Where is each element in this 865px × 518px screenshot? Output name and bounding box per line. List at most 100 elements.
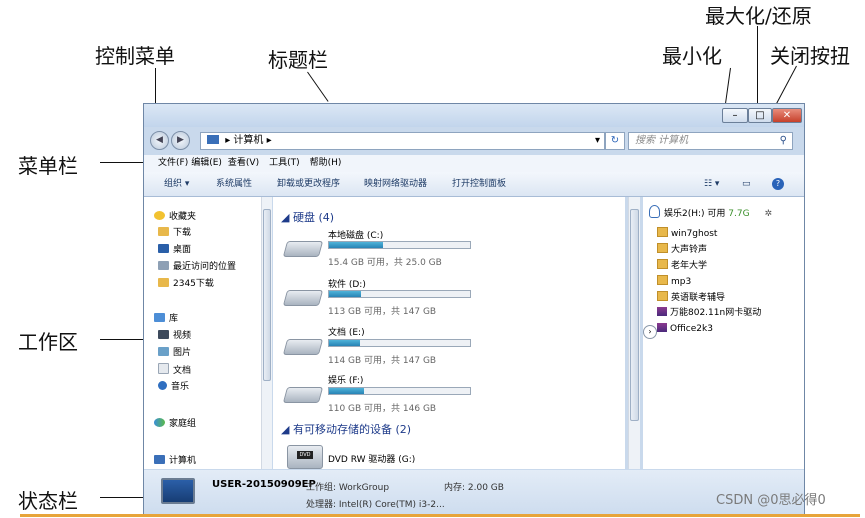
callout-title-bar: 标题栏 xyxy=(268,48,328,72)
nav-libraries[interactable]: 库 xyxy=(154,312,178,326)
drive-name: 本地磁盘 (C:) xyxy=(328,231,384,241)
nav-label: 图片 xyxy=(173,348,192,358)
organize-button[interactable]: 组织 ▾ xyxy=(164,172,189,196)
content-scrollbar[interactable] xyxy=(628,197,640,469)
document-icon xyxy=(158,363,169,374)
nav-videos[interactable]: 视频 xyxy=(158,329,191,343)
preview-file-item[interactable]: Office2k3 xyxy=(657,323,713,336)
preview-file-item[interactable]: 英语联考辅导 xyxy=(657,291,725,304)
preview-file-item[interactable]: 大声铃声 xyxy=(657,243,707,256)
preview-file-label: 大声铃声 xyxy=(671,245,708,255)
help-icon[interactable]: ? xyxy=(772,178,784,190)
menu-edit[interactable]: 编辑(E) xyxy=(191,158,222,168)
minimize-button[interactable]: – xyxy=(722,108,748,123)
preview-drive-free: 7.7G xyxy=(728,209,750,219)
leader-maximize xyxy=(757,26,758,112)
nav-2345-downloads[interactable]: 2345下载 xyxy=(158,277,214,291)
nav-downloads[interactable]: 下载 xyxy=(158,226,191,240)
callout-minimize: 最小化 xyxy=(662,44,722,68)
dvd-badge: DVD xyxy=(297,451,313,459)
status-processor: 处理器: Intel(R) Core(TM) i3-2... xyxy=(306,500,445,510)
command-toolbar: 组织 ▾ 系统属性 卸载或更改程序 映射网络驱动器 打开控制面板 ☷ ▾ ▭ ? xyxy=(144,172,804,197)
forward-button[interactable]: ▶ xyxy=(171,131,190,150)
map-drive-button[interactable]: 映射网络驱动器 xyxy=(364,172,427,196)
hard-drive-icon xyxy=(282,241,324,257)
drive-icon xyxy=(649,205,660,218)
content-scroll-thumb[interactable] xyxy=(630,209,639,421)
close-button[interactable]: ✕ xyxy=(772,108,802,123)
hard-drive-icon xyxy=(282,290,324,306)
preview-file-item[interactable]: 万能802.11n网卡驱动 xyxy=(657,307,761,320)
preview-file-item[interactable]: mp3 xyxy=(657,275,691,288)
nav-label: 计算机 xyxy=(169,456,197,466)
nav-favorites[interactable]: 收藏夹 xyxy=(154,210,196,224)
preview-file-label: 万能802.11n网卡驱动 xyxy=(670,308,762,318)
system-properties-button[interactable]: 系统属性 xyxy=(216,172,252,196)
drive-info: 113 GB 可用，共 147 GB xyxy=(328,307,437,317)
callout-status-bar: 状态栏 xyxy=(18,489,78,513)
maximize-button[interactable]: □ xyxy=(748,108,772,123)
nav-label: 音乐 xyxy=(171,382,190,392)
star-icon xyxy=(154,211,165,220)
nav-label: 家庭组 xyxy=(169,419,197,429)
menu-tools[interactable]: 工具(T) xyxy=(269,158,300,168)
drive-name: 文档 (E:) xyxy=(328,328,365,338)
drive-usage-bar xyxy=(328,339,471,347)
preview-file-label: 老年大学 xyxy=(671,261,708,271)
drive-usage-fill xyxy=(329,388,365,394)
settings-icon[interactable]: ✲ xyxy=(764,209,772,219)
expand-arrow-icon[interactable]: › xyxy=(643,325,657,339)
preview-file-label: 英语联考辅导 xyxy=(671,293,726,303)
nav-label: 收藏夹 xyxy=(169,212,197,222)
computer-icon xyxy=(161,478,195,504)
drive-info: 15.4 GB 可用，共 25.0 GB xyxy=(328,258,442,268)
nav-music[interactable]: 音乐 xyxy=(158,380,189,394)
drive-usage-fill xyxy=(329,291,362,297)
preview-file-item[interactable]: 老年大学 xyxy=(657,259,707,272)
menu-file[interactable]: 文件(F) xyxy=(158,158,188,168)
preview-pane-icon[interactable]: ▭ xyxy=(742,172,751,196)
drive-usage-fill xyxy=(329,340,361,346)
archive-icon xyxy=(657,307,667,316)
view-options-icon[interactable]: ☷ ▾ xyxy=(704,172,719,196)
dropdown-arrow-icon[interactable]: ▾ xyxy=(595,133,600,149)
menu-view[interactable]: 查看(V) xyxy=(228,158,259,168)
explorer-window: – □ ✕ ◀ ▶ ▸ 计算机 ▸ ▾ ↻ 搜索 计算机 ⚲ 文件(F) 编辑(E… xyxy=(143,103,805,516)
nav-scrollbar[interactable] xyxy=(261,197,272,469)
callout-close: 关闭按扭 xyxy=(770,44,850,68)
nav-pictures[interactable]: 图片 xyxy=(158,346,191,360)
nav-computer[interactable]: 计算机 xyxy=(154,454,196,468)
control-panel-button[interactable]: 打开控制面板 xyxy=(452,172,506,196)
status-bar: USER-20150909EP 工作组: WorkGroup 内存: 2.00 … xyxy=(144,470,804,516)
nav-recent[interactable]: 最近访问的位置 xyxy=(158,260,236,274)
callout-menu-bar: 菜单栏 xyxy=(18,154,78,178)
uninstall-button[interactable]: 卸载或更改程序 xyxy=(277,172,340,196)
removable-group-header[interactable]: ◢ 有可移动存储的设备 (2) xyxy=(281,421,411,437)
dvd-drive-icon: DVD xyxy=(287,445,323,469)
nav-desktop[interactable]: 桌面 xyxy=(158,243,191,257)
menu-help[interactable]: 帮助(H) xyxy=(310,158,342,168)
computer-icon xyxy=(207,135,219,144)
preview-file-item[interactable]: win7ghost xyxy=(657,227,717,240)
search-input[interactable]: 搜索 计算机 ⚲ xyxy=(628,132,793,150)
nav-label: 最近访问的位置 xyxy=(173,262,237,272)
folder-icon xyxy=(657,259,668,269)
nav-documents[interactable]: 文档 xyxy=(158,363,191,377)
drive-usage-bar xyxy=(328,290,471,298)
archive-icon xyxy=(657,323,667,332)
nav-homegroup[interactable]: 家庭组 xyxy=(154,417,196,431)
search-icon[interactable]: ⚲ xyxy=(780,133,787,149)
address-bar[interactable]: ▸ 计算机 ▸ ▾ xyxy=(200,132,605,150)
back-button[interactable]: ◀ xyxy=(150,131,169,150)
nav-label: 库 xyxy=(169,314,179,324)
refresh-icon[interactable]: ↻ xyxy=(605,132,625,150)
callout-work-area: 工作区 xyxy=(18,330,78,354)
hdd-group-header[interactable]: ◢ 硬盘 (4) xyxy=(281,209,334,225)
picture-icon xyxy=(158,347,169,356)
preview-drive-header: 娱乐2(H:) 可用 7.7G ✲ xyxy=(649,205,772,219)
library-icon xyxy=(154,313,165,322)
nav-label: 桌面 xyxy=(173,245,192,255)
title-bar[interactable]: – □ ✕ xyxy=(144,104,804,127)
nav-scroll-thumb[interactable] xyxy=(263,209,271,381)
navigation-pane: 收藏夹 下载 桌面 最近访问的位置 2345下载 库 视频 图片 文档 音乐 家… xyxy=(144,197,261,469)
